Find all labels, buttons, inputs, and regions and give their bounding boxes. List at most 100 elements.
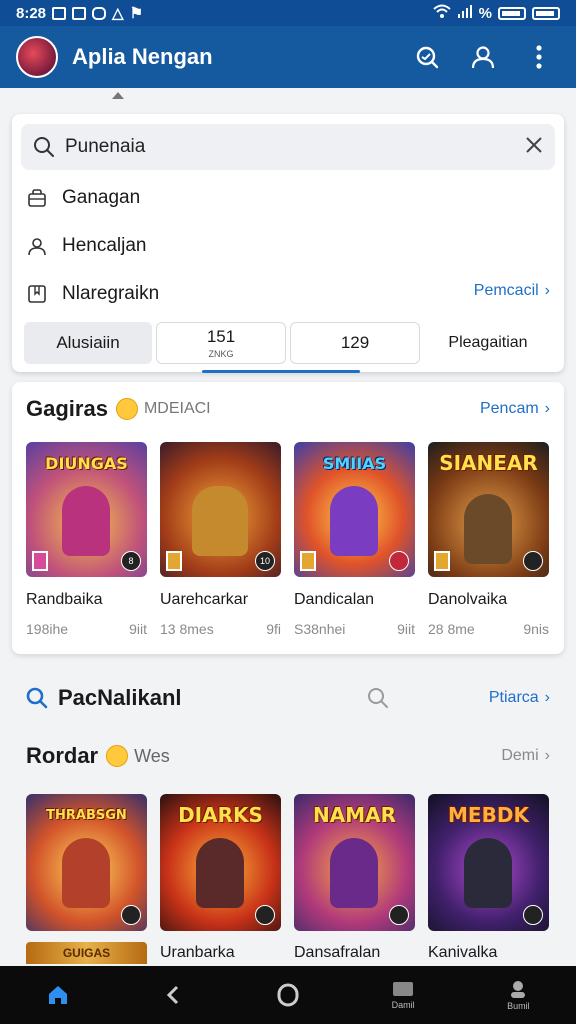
suggestion-item[interactable]: Ganagan (26, 180, 556, 216)
game-card[interactable]: NAMAR (294, 794, 415, 931)
signal-icon (457, 4, 473, 22)
flag-icon: ⚑ (129, 5, 144, 22)
more-label: Demi (501, 747, 539, 764)
character-figure (196, 838, 244, 908)
section-subtitle: MDEIACI (143, 400, 211, 417)
nav-home[interactable] (18, 970, 98, 1020)
game-size: S38nhei (294, 621, 346, 637)
game-badge (255, 905, 275, 925)
tab-filter-2[interactable]: 151 ZNKG (156, 322, 286, 364)
tab-filter-1[interactable]: Alusiaiin (24, 322, 152, 364)
nav-library[interactable]: Damil (363, 970, 443, 1020)
bottom-nav: Damil Bumil (0, 966, 576, 1024)
nav-back[interactable] (133, 970, 213, 1020)
game-card[interactable]: THRABSGN (26, 794, 147, 931)
game-name: Randbaika (26, 591, 103, 608)
game-thumbnail: DIUNGAS 8 (26, 442, 147, 577)
game-tag-icon (434, 551, 450, 571)
game-card[interactable]: 10 Uarehcarkar 13 8mes 9fi (160, 442, 281, 637)
character-figure (62, 838, 110, 908)
app-title: Aplia Nengan (72, 44, 213, 69)
game-name[interactable]: Uranbarka (160, 944, 281, 962)
game-card[interactable]: SIANEAR Danolvaika 28 8me 9nis (428, 442, 549, 637)
battery-icon-2 (532, 6, 560, 20)
app-bar: Aplia Nengan (0, 26, 576, 88)
game-meta: S38nhei 9iit (294, 621, 415, 637)
account-button[interactable] (462, 36, 504, 78)
search-box (21, 124, 555, 170)
person-icon (26, 235, 48, 257)
game-count: 9nis (523, 621, 549, 637)
game-list-2: THRABSGN DIARKS NAMAR MEBDK (26, 794, 549, 931)
suggestion-item[interactable]: Hencaljan (26, 228, 556, 264)
game-banner-text: MEBDK (448, 803, 529, 827)
game-card[interactable]: DIARKS (160, 794, 281, 931)
game-card[interactable]: MEBDK (428, 794, 549, 931)
game-size: 28 8me (428, 621, 475, 637)
game-name: Uarehcarkar (160, 591, 249, 608)
game-thumbnail: THRABSGN (26, 794, 147, 931)
game-badge (389, 905, 409, 925)
game-tag-icon (166, 551, 182, 571)
chevron-right-icon: › (544, 400, 550, 417)
suggestion-label: Nlaregraikn (62, 283, 160, 304)
search-action-button[interactable] (406, 36, 448, 78)
game-banner-text: THRABSGN (46, 807, 127, 823)
suggestion-item[interactable]: Nlaregraikn (26, 276, 466, 312)
more-label: Pencam (479, 400, 539, 417)
more-label: Ptiarca (488, 689, 539, 706)
clear-search-button[interactable] (525, 136, 543, 159)
search-more-label: Pemcacil (473, 282, 539, 299)
section-more-link[interactable]: Pencam › (480, 400, 550, 418)
overflow-menu-button[interactable] (518, 36, 560, 78)
game-names-row: Uranbarka Dansafralan Kanivalka (160, 944, 549, 962)
section-title: Gagiras (26, 396, 108, 421)
search-more-link[interactable]: Pemcacil › (474, 282, 550, 300)
game-meta: 28 8me 9nis (428, 621, 549, 637)
game-meta: 198ihe 9iit (26, 621, 147, 637)
game-banner-text: DIARKS (178, 803, 263, 827)
app-logo (16, 36, 58, 78)
tab-sublabel: ZNKG (208, 349, 234, 359)
game-count: 9fi (266, 621, 281, 637)
tab-filter-3[interactable]: 129 (290, 322, 420, 364)
game-name[interactable]: Kanivalka (428, 944, 549, 962)
section-more-link[interactable]: Demi › (501, 747, 550, 765)
section-more-link[interactable]: Ptiarca › (489, 689, 550, 707)
nav-home-button[interactable] (248, 970, 328, 1020)
section-subtitle: Wes (134, 745, 170, 766)
game-meta: 13 8mes 9fi (160, 621, 281, 637)
battery-percent: % (478, 4, 492, 22)
game-card[interactable]: DIUNGAS 8 Randbaika 198ihe 9iit (26, 442, 147, 637)
caret-up-icon (112, 92, 124, 99)
search-icon[interactable] (367, 687, 389, 709)
status-time: 8:28 (16, 4, 47, 22)
nav-label: Bumil (507, 1001, 530, 1011)
game-size: 198ihe (26, 621, 69, 637)
game-thumbnail: DIARKS (160, 794, 281, 931)
tab-filter-4[interactable]: Pleagaitian (424, 322, 552, 364)
game-badge (523, 905, 543, 925)
game-badge (389, 551, 409, 571)
app-notification-icon (72, 6, 87, 20)
nav-label: Damil (391, 1000, 415, 1010)
game-size: 13 8mes (160, 621, 214, 637)
character-figure (330, 838, 378, 908)
game-count: 9iit (397, 621, 415, 637)
game-name: Danolvaika (428, 591, 508, 608)
game-card[interactable]: SMIIAS Dandicalan S38nhei 9iit (294, 442, 415, 637)
character-figure (330, 486, 378, 556)
tab-label: Pleagaitian (448, 334, 528, 351)
profile-icon (511, 981, 526, 998)
search-icon (34, 137, 54, 157)
game-badge: 10 (255, 551, 275, 571)
game-name[interactable]: Dansafralan (294, 944, 415, 962)
suggestion-label: Ganagan (62, 187, 141, 208)
status-bar: 8:28 △ ⚑ % (0, 0, 576, 26)
character-figure (192, 486, 248, 556)
game-banner-strip: GUIGAS (26, 942, 147, 964)
game-thumbnail: NAMAR (294, 794, 415, 931)
search-input[interactable] (65, 136, 525, 158)
nav-profile[interactable]: Bumil (478, 970, 558, 1020)
battery-icon (498, 6, 526, 20)
